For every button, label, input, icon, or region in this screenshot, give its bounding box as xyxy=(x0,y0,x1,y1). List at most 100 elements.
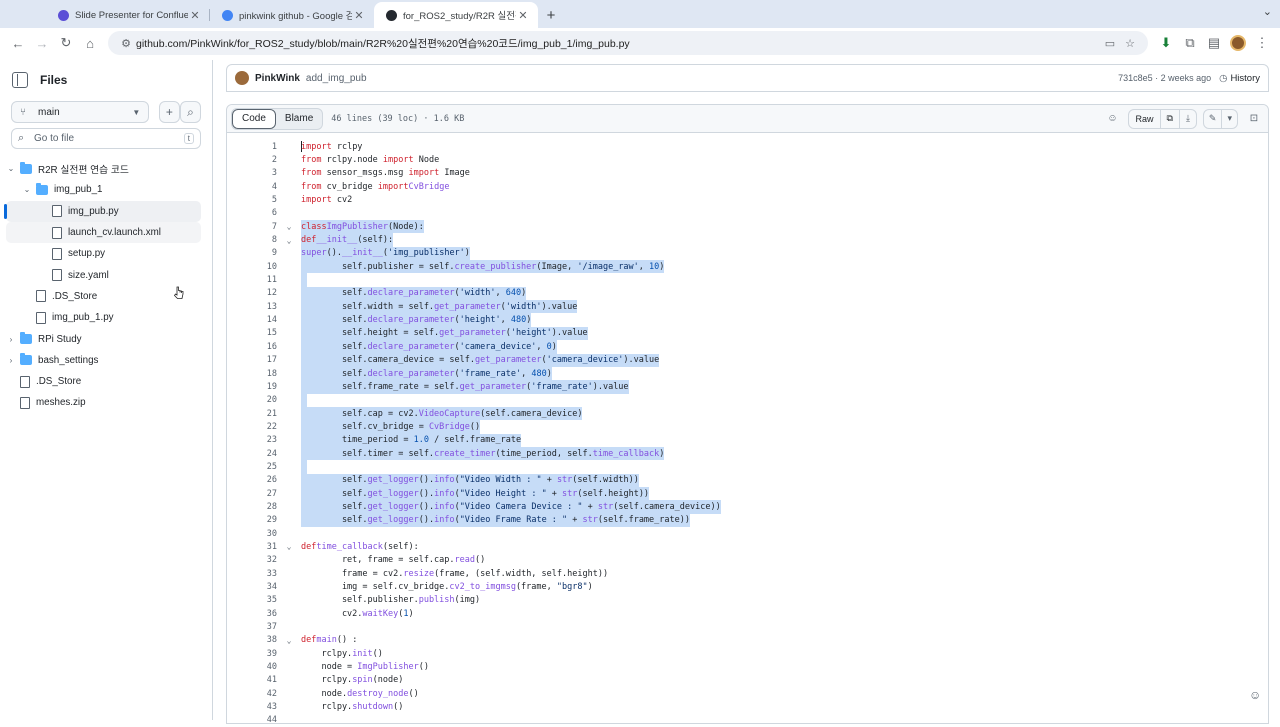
code-line[interactable]: 42 node. destroy_node() xyxy=(227,687,1268,700)
line-number[interactable]: 38 xyxy=(227,635,277,645)
line-number[interactable]: 11 xyxy=(227,275,277,285)
line-number[interactable]: 24 xyxy=(227,449,277,459)
tree-file[interactable]: size.yaml xyxy=(6,264,201,285)
code-line[interactable]: 1 import rclpy xyxy=(227,140,1268,153)
line-number[interactable]: 9 xyxy=(227,248,277,258)
browser-tab[interactable]: pinkwink github - Google 검색 ✕ xyxy=(210,2,374,28)
code-line[interactable]: 12 self. declare_parameter('width', 640) xyxy=(227,286,1268,301)
line-number[interactable]: 13 xyxy=(227,302,277,312)
line-number[interactable]: 32 xyxy=(227,555,277,565)
code-line[interactable]: 7 ⌄ class ImgPublisher (Node): xyxy=(227,220,1268,234)
code-line[interactable]: 20 xyxy=(227,393,1268,407)
line-number[interactable]: 20 xyxy=(227,395,277,405)
close-tab-icon[interactable]: ✕ xyxy=(352,9,366,22)
code-line[interactable]: 30 xyxy=(227,527,1268,540)
line-number[interactable]: 34 xyxy=(227,582,277,592)
line-number[interactable]: 18 xyxy=(227,369,277,379)
code-line[interactable]: 18 self. declare_parameter('frame_rate', … xyxy=(227,366,1268,381)
code-line[interactable]: 27 self. get_logger (). info("Video Height … xyxy=(227,486,1268,501)
line-number[interactable]: 8 xyxy=(227,235,277,245)
bookmark-star-icon[interactable]: ☆ xyxy=(1120,37,1140,50)
line-number[interactable]: 3 xyxy=(227,168,277,178)
code-line[interactable]: 2 from rclpy.node import Node xyxy=(227,153,1268,166)
line-number[interactable]: 30 xyxy=(227,529,277,539)
code-line[interactable]: 37 xyxy=(227,620,1268,633)
site-info-icon[interactable]: ⚙ xyxy=(116,37,136,50)
chevron-right-icon[interactable]: › xyxy=(6,335,16,344)
side-panel-icon[interactable]: ▤ xyxy=(1202,31,1226,55)
copy-icon[interactable]: ⧉ xyxy=(1161,109,1180,128)
go-to-file-input[interactable]: ⌕ Go to file t xyxy=(11,128,201,149)
code-line[interactable]: 35 self.publisher. publish (img) xyxy=(227,594,1268,607)
code-line[interactable]: 15 self.height = self. get_parameter('hei… xyxy=(227,326,1268,341)
line-number[interactable]: 19 xyxy=(227,382,277,392)
code-view[interactable]: 1 import rclpy 2 from rclpy.node import Nod… xyxy=(227,140,1268,727)
browser-menu-icon[interactable]: ⋮ xyxy=(1250,31,1274,55)
line-number[interactable]: 42 xyxy=(227,689,277,699)
code-line[interactable]: 41 rclpy. spin (node) xyxy=(227,674,1268,687)
code-line[interactable]: 4 from cv_bridge import CvBridge xyxy=(227,180,1268,193)
reload-icon[interactable]: ↻ xyxy=(54,31,78,55)
line-number[interactable]: 1 xyxy=(227,142,277,152)
browser-tab-active[interactable]: for_ROS2_study/R2R 실전편 연습 ✕ xyxy=(374,2,538,28)
line-number[interactable]: 33 xyxy=(227,569,277,579)
symbols-panel-icon[interactable]: ⊡ xyxy=(1244,109,1264,129)
line-number[interactable]: 23 xyxy=(227,435,277,445)
cast-icon[interactable]: ▭ xyxy=(1100,37,1120,50)
fold-chevron-icon[interactable]: ⌄ xyxy=(277,236,301,245)
author-avatar[interactable] xyxy=(235,71,249,85)
code-line[interactable]: 19 self.frame_rate = self. get_parameter(… xyxy=(227,380,1268,394)
chevron-down-icon[interactable]: ⌄ xyxy=(6,164,16,173)
line-number[interactable]: 29 xyxy=(227,515,277,525)
line-number[interactable]: 5 xyxy=(227,195,277,205)
code-line[interactable]: 32 ret, frame = self.cap. read() xyxy=(227,554,1268,567)
forward-arrow-icon[interactable]: → xyxy=(30,31,54,55)
line-number[interactable]: 15 xyxy=(227,328,277,338)
tree-file[interactable]: setup.py xyxy=(6,243,201,264)
close-tab-icon[interactable]: ✕ xyxy=(516,9,530,22)
code-line[interactable]: 11 xyxy=(227,273,1268,287)
line-number[interactable]: 41 xyxy=(227,675,277,685)
edit-pencil-icon[interactable]: ✎ xyxy=(1204,109,1223,128)
line-number[interactable]: 22 xyxy=(227,422,277,432)
code-line[interactable]: 33 frame = cv2. resize (frame, (self.width… xyxy=(227,567,1268,580)
code-line[interactable]: 9 super (). __init__('img_publisher') xyxy=(227,246,1268,261)
line-number[interactable]: 36 xyxy=(227,609,277,619)
blame-tab[interactable]: Blame xyxy=(276,109,322,129)
code-line[interactable]: 16 self. declare_parameter('camera_device… xyxy=(227,340,1268,354)
new-tab-button[interactable]: + xyxy=(538,2,564,28)
code-line[interactable]: 26 self. get_logger (). info("Video Width :… xyxy=(227,473,1268,487)
tree-folder[interactable]: › bash_settings xyxy=(6,350,201,371)
line-number[interactable]: 7 xyxy=(227,222,277,232)
search-button[interactable]: ⌕ xyxy=(179,101,201,123)
code-line[interactable]: 6 xyxy=(227,207,1268,220)
branch-selector[interactable]: ⑂ main ▼ xyxy=(11,101,150,123)
history-button[interactable]: ◷ History xyxy=(1219,73,1260,84)
close-tab-icon[interactable]: ✕ xyxy=(188,9,202,22)
code-line[interactable]: 28 self. get_logger (). info("Video Camera … xyxy=(227,500,1268,514)
tree-folder[interactable]: ⌄ R2R 실전편 연습 코드 xyxy=(6,158,201,179)
extensions-icon[interactable]: ⧉ xyxy=(1178,31,1202,55)
tree-file[interactable]: .DS_Store xyxy=(6,371,201,392)
code-line[interactable]: 23 time_period = 1.0 / self.frame_rate xyxy=(227,433,1268,447)
line-number[interactable]: 43 xyxy=(227,702,277,712)
line-number[interactable]: 25 xyxy=(227,462,277,472)
profile-avatar[interactable] xyxy=(1226,31,1250,55)
browser-tab[interactable]: Slide Presenter for Confluence ✕ xyxy=(46,2,210,28)
line-number[interactable]: 21 xyxy=(227,409,277,419)
code-line[interactable]: 25 xyxy=(227,460,1268,474)
line-number[interactable]: 27 xyxy=(227,489,277,499)
line-number[interactable]: 37 xyxy=(227,622,277,632)
tree-file[interactable]: img_pub.py xyxy=(4,200,201,222)
line-number[interactable]: 35 xyxy=(227,595,277,605)
code-line[interactable]: 31 ⌄ def time_callback (self): xyxy=(227,540,1268,553)
line-number[interactable]: 26 xyxy=(227,475,277,485)
copilot-icon[interactable]: ☺ xyxy=(1102,109,1122,129)
tree-folder[interactable]: ⌄ img_pub_1 xyxy=(6,179,201,200)
download-icon[interactable]: ⬇ xyxy=(1154,31,1178,55)
code-line[interactable]: 8 ⌄ def __init__ (self): xyxy=(227,233,1268,247)
code-line[interactable]: 17 self.camera_device = self. get_paramet… xyxy=(227,353,1268,367)
back-arrow-icon[interactable]: ← xyxy=(6,31,30,55)
line-number[interactable]: 4 xyxy=(227,182,277,192)
code-tab[interactable]: Code xyxy=(232,108,276,129)
